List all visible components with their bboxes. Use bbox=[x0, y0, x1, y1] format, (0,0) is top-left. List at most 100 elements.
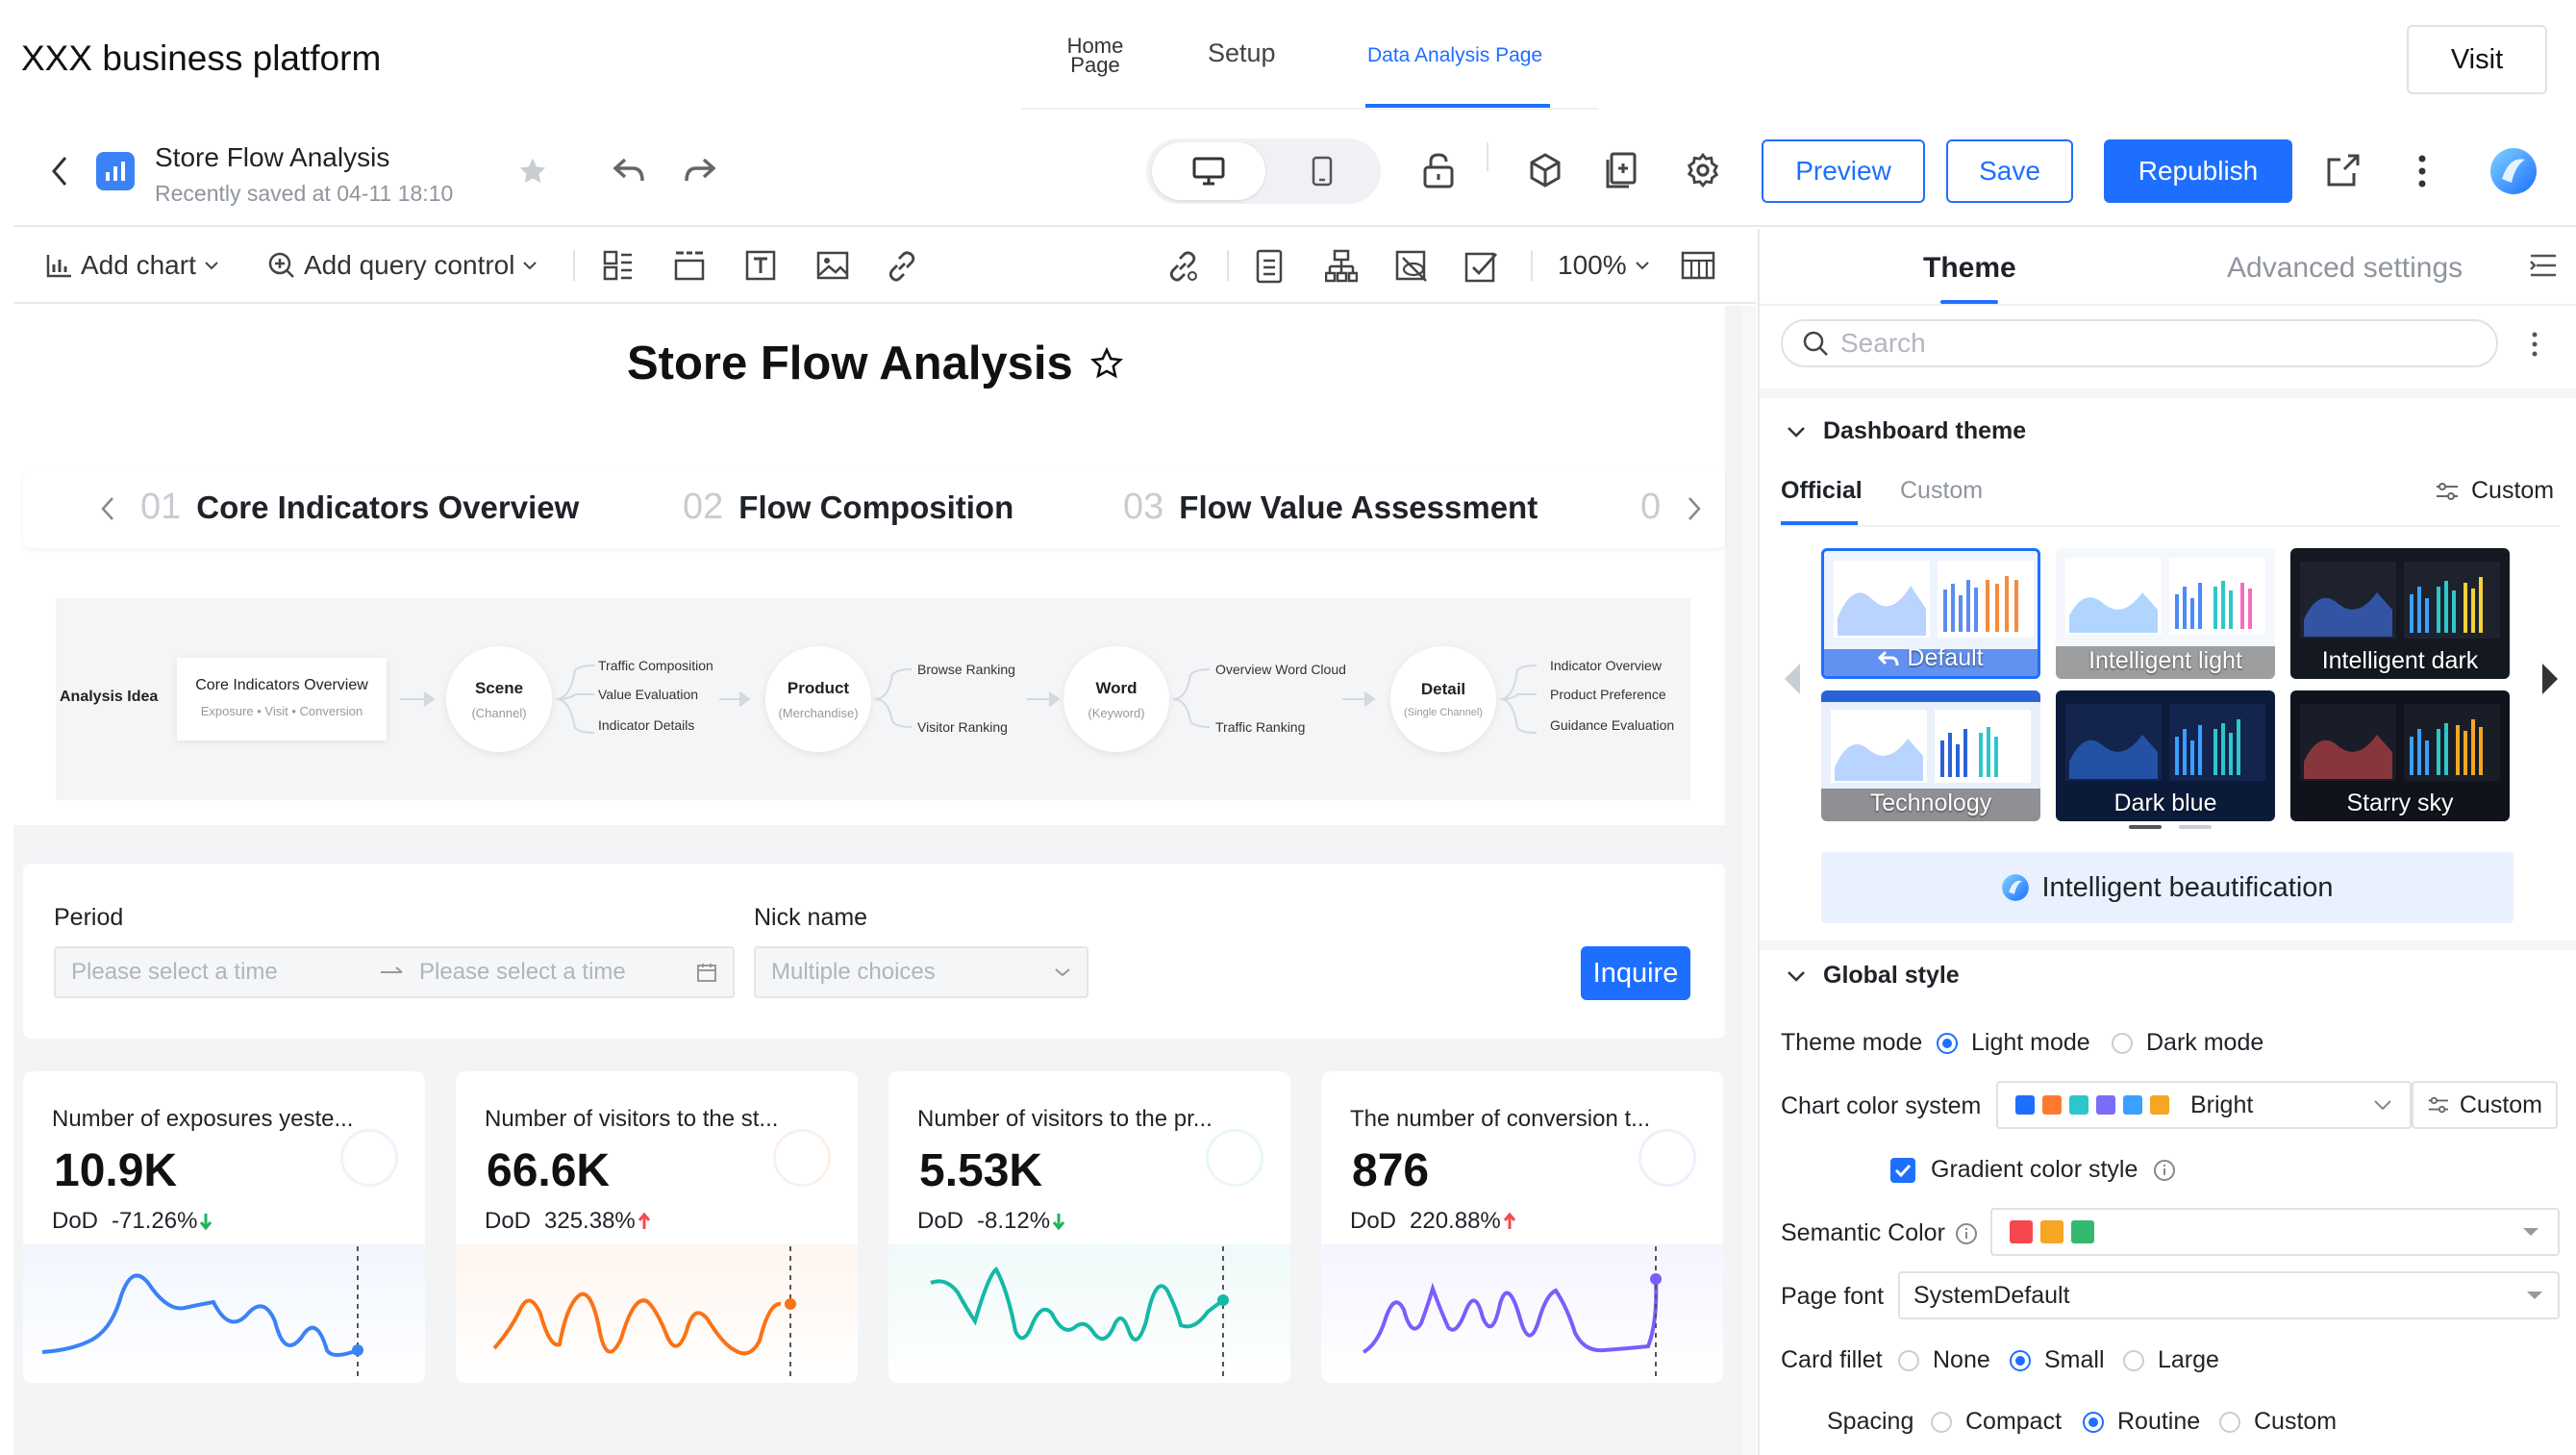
dashboard-theme-header[interactable]: Dashboard theme bbox=[1787, 417, 2026, 445]
radio-button[interactable] bbox=[2219, 1411, 2240, 1433]
radio-button[interactable] bbox=[2083, 1411, 2104, 1433]
check-box-icon[interactable] bbox=[1463, 249, 1498, 284]
spacing-compact-radio[interactable]: Compact bbox=[1931, 1408, 2062, 1436]
hide-icon[interactable] bbox=[1394, 249, 1429, 284]
ai-assistant-icon[interactable] bbox=[2488, 146, 2538, 196]
theme-dark-blue[interactable]: Dark blue bbox=[2056, 690, 2275, 821]
add-chart-button[interactable]: Add chart bbox=[46, 250, 219, 281]
tab-theme[interactable]: Theme bbox=[1923, 252, 2016, 285]
inquire-button[interactable]: Inquire bbox=[1581, 946, 1690, 1000]
carousel-dot[interactable] bbox=[2179, 825, 2212, 829]
tab-data-analysis-page[interactable]: Data Analysis Page bbox=[1367, 44, 1542, 67]
period-end-input[interactable]: Please select a time bbox=[419, 959, 696, 986]
hierarchy-icon[interactable] bbox=[1325, 249, 1358, 284]
step-more[interactable]: 0 bbox=[1640, 487, 1661, 528]
page-font-select[interactable]: SystemDefault bbox=[1898, 1271, 2560, 1319]
kpi-card-exposures[interactable]: Number of exposures yeste... 10.9K DoD -… bbox=[23, 1071, 425, 1383]
layout-icon[interactable] bbox=[602, 249, 635, 282]
theme-starry-sky[interactable]: Starry sky bbox=[2290, 690, 2510, 821]
star-icon[interactable] bbox=[517, 156, 548, 187]
fillet-large-radio[interactable]: Large bbox=[2123, 1346, 2219, 1374]
option-label: None bbox=[1933, 1346, 1990, 1373]
gradient-color-checkbox[interactable]: Gradient color style bbox=[1890, 1156, 2176, 1184]
mobile-view-button[interactable] bbox=[1267, 142, 1377, 200]
radio-button[interactable] bbox=[2123, 1349, 2144, 1371]
republish-button[interactable]: Republish bbox=[2104, 139, 2292, 203]
add-page-icon[interactable] bbox=[1604, 152, 1638, 188]
info-icon bbox=[2154, 1159, 2176, 1181]
flow-item: Indicator Details bbox=[598, 717, 695, 733]
global-style-header[interactable]: Global style bbox=[1787, 962, 1960, 990]
light-mode-radio[interactable]: Light mode bbox=[1937, 1029, 2090, 1057]
text-box-icon[interactable] bbox=[744, 249, 777, 282]
fillet-small-radio[interactable]: Small bbox=[2010, 1346, 2105, 1374]
theme-intelligent-light[interactable]: Intelligent light bbox=[2056, 548, 2275, 679]
undo-icon[interactable] bbox=[612, 156, 646, 185]
nick-name-select[interactable]: Multiple choices bbox=[754, 946, 1088, 998]
tab-home-page[interactable]: Home Page bbox=[1062, 36, 1129, 76]
step-core-indicators[interactable]: 01 Core Indicators Overview bbox=[140, 487, 579, 528]
checkbox-checked[interactable] bbox=[1890, 1157, 1915, 1183]
global-style-title: Global style bbox=[1823, 962, 1960, 989]
link-settings-icon[interactable] bbox=[1165, 249, 1200, 284]
tab-advanced-settings[interactable]: Advanced settings bbox=[2227, 252, 2463, 285]
redo-icon[interactable] bbox=[683, 156, 717, 185]
kpi-card-conversions[interactable]: The number of conversion t... 876 DoD 22… bbox=[1321, 1071, 1723, 1383]
visit-button[interactable]: Visit bbox=[2407, 25, 2547, 94]
radio-button[interactable] bbox=[2112, 1032, 2133, 1054]
kpi-card-store-visitors[interactable]: Number of visitors to the st... 66.6K Do… bbox=[456, 1071, 858, 1383]
period-range-picker[interactable]: Please select a time Please select a tim… bbox=[54, 946, 735, 998]
grid-layout-icon[interactable] bbox=[1681, 250, 1715, 281]
subtab-official[interactable]: Official bbox=[1781, 477, 1863, 505]
chart-color-custom-button[interactable]: Custom bbox=[2412, 1081, 2558, 1129]
theme-default[interactable]: Default bbox=[1821, 548, 2040, 679]
step-prev-icon[interactable] bbox=[100, 495, 115, 522]
period-start-input[interactable]: Please select a time bbox=[71, 959, 379, 986]
more-vertical-icon[interactable] bbox=[2417, 154, 2427, 188]
preview-button[interactable]: Preview bbox=[1762, 139, 1925, 203]
carousel-dot-active[interactable] bbox=[2129, 825, 2162, 829]
step-flow-value-assessment[interactable]: 03 Flow Value Assessment bbox=[1123, 487, 1538, 528]
image-icon[interactable] bbox=[815, 249, 850, 282]
custom-theme-button[interactable]: Custom bbox=[2435, 477, 2554, 505]
settings-gear-icon[interactable] bbox=[1685, 152, 1721, 188]
spacing-custom-radio[interactable]: Custom bbox=[2219, 1408, 2337, 1436]
spacing-routine-radio[interactable]: Routine bbox=[2083, 1408, 2200, 1436]
collapse-panel-icon[interactable] bbox=[2529, 252, 2558, 279]
add-query-control-button[interactable]: Add query control bbox=[267, 250, 538, 281]
radio-button[interactable] bbox=[2010, 1349, 2031, 1371]
dark-mode-radio[interactable]: Dark mode bbox=[2112, 1029, 2263, 1057]
desktop-view-button[interactable] bbox=[1152, 142, 1265, 200]
flow-item: Visitor Ranking bbox=[917, 719, 1008, 735]
chevron-down-icon bbox=[1635, 262, 1649, 270]
lock-icon[interactable] bbox=[1421, 152, 1456, 188]
radio-button[interactable] bbox=[1898, 1349, 1919, 1371]
step-next-icon[interactable] bbox=[1687, 495, 1702, 522]
subtab-custom[interactable]: Custom bbox=[1900, 477, 1983, 505]
zoom-select[interactable]: 100% bbox=[1558, 250, 1650, 281]
semantic-color-select[interactable] bbox=[1990, 1208, 2560, 1256]
step-flow-composition[interactable]: 02 Flow Composition bbox=[683, 487, 1013, 528]
radio-button[interactable] bbox=[1937, 1032, 1958, 1054]
kpi-card-product-visitors[interactable]: Number of visitors to the pr... 5.53K Do… bbox=[888, 1071, 1290, 1383]
back-arrow-icon[interactable] bbox=[48, 154, 71, 188]
theme-prev-icon[interactable] bbox=[1781, 662, 1802, 696]
save-button[interactable]: Save bbox=[1946, 139, 2073, 203]
theme-intelligent-dark[interactable]: Intelligent dark bbox=[2290, 548, 2510, 679]
fillet-none-radio[interactable]: None bbox=[1898, 1346, 1990, 1374]
panel-search-input[interactable]: Search bbox=[1781, 319, 2498, 367]
link-icon[interactable] bbox=[885, 249, 919, 284]
canvas-scrollbar[interactable] bbox=[1742, 306, 1756, 1455]
chart-color-select[interactable]: Bright bbox=[1996, 1081, 2412, 1129]
radio-button[interactable] bbox=[1931, 1411, 1952, 1433]
external-link-icon[interactable] bbox=[2325, 152, 2362, 188]
flow-node-sub: (Channel) bbox=[471, 705, 527, 720]
intelligent-beautification-button[interactable]: Intelligent beautification bbox=[1821, 852, 2513, 923]
tab-setup[interactable]: Setup bbox=[1208, 38, 1276, 68]
theme-next-icon[interactable] bbox=[2540, 662, 2562, 696]
more-vertical-icon[interactable] bbox=[2531, 331, 2538, 358]
cube-icon[interactable] bbox=[1527, 152, 1563, 188]
tab-container-icon[interactable] bbox=[673, 249, 706, 282]
document-icon[interactable] bbox=[1254, 249, 1285, 284]
theme-technology[interactable]: Technology bbox=[1821, 690, 2040, 821]
